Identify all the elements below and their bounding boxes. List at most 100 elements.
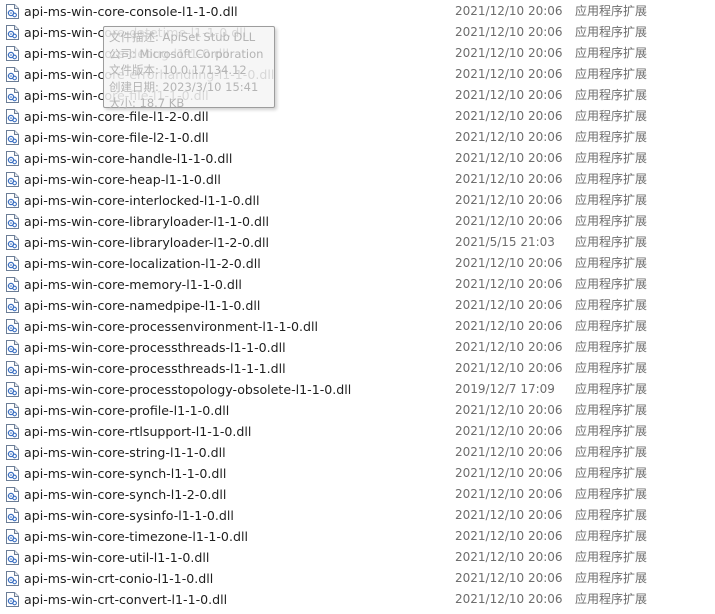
file-row[interactable]: api-ms-win-core-file-l1-2-0.dll 2021/12/1… — [0, 106, 715, 127]
file-row[interactable]: api-ms-win-core-console-l1-1-0.dll 2021/1… — [0, 1, 715, 22]
dll-file-icon — [6, 445, 19, 460]
dll-file-icon — [6, 424, 19, 439]
file-modified-date: 2021/12/10 20:06 — [455, 361, 563, 375]
file-name[interactable]: api-ms-win-core-handle-l1-1-0.dll — [24, 148, 232, 169]
dll-file-icon — [6, 25, 19, 40]
file-name[interactable]: api-ms-win-core-profile-l1-1-0.dll — [24, 400, 229, 421]
file-type: 应用程序扩展 — [575, 319, 648, 333]
file-row[interactable]: api-ms-win-core-heap-l1-1-0.dll 2021/12/1… — [0, 169, 715, 190]
dll-file-icon — [6, 151, 19, 166]
file-type: 应用程序扩展 — [575, 424, 648, 438]
dll-file-icon — [6, 67, 19, 82]
file-row[interactable]: api-ms-win-core-processtopology-obsolete… — [0, 379, 715, 400]
file-row[interactable]: api-ms-win-core-sysinfo-l1-1-0.dll 2021/1… — [0, 505, 715, 526]
dll-file-icon — [6, 298, 19, 313]
file-modified-date: 2021/12/10 20:06 — [455, 193, 563, 207]
file-row[interactable]: api-ms-win-crt-conio-l1-1-0.dll 2021/12/1… — [0, 568, 715, 589]
file-row[interactable]: api-ms-win-core-processthreads-l1-1-1.dl… — [0, 358, 715, 379]
dll-file-icon — [6, 172, 19, 187]
file-modified-date: 2019/12/7 17:09 — [455, 382, 555, 396]
file-modified-date: 2021/12/10 20:06 — [455, 571, 563, 585]
dll-file-icon — [6, 550, 19, 565]
file-name[interactable]: api-ms-win-core-processenvironment-l1-1-… — [24, 316, 318, 337]
dll-file-icon — [6, 571, 19, 586]
file-type: 应用程序扩展 — [575, 382, 648, 396]
dll-file-icon — [6, 256, 19, 271]
file-modified-date: 2021/12/10 20:06 — [455, 508, 563, 522]
dll-file-icon — [6, 235, 19, 250]
file-row[interactable]: api-ms-win-core-processenvironment-l1-1-… — [0, 316, 715, 337]
file-name[interactable]: api-ms-win-core-sysinfo-l1-1-0.dll — [24, 505, 234, 526]
file-name[interactable]: api-ms-win-core-synch-l1-2-0.dll — [24, 484, 226, 505]
file-row[interactable]: api-ms-win-core-string-l1-1-0.dll 2021/12… — [0, 442, 715, 463]
file-name[interactable]: api-ms-win-core-libraryloader-l1-2-0.dll — [24, 232, 269, 253]
file-modified-date: 2021/12/10 20:06 — [455, 340, 563, 354]
file-row[interactable]: api-ms-win-core-timezone-l1-1-0.dll 2021/… — [0, 526, 715, 547]
file-type: 应用程序扩展 — [575, 445, 648, 459]
file-name[interactable]: api-ms-win-core-processthreads-l1-1-0.dl… — [24, 337, 286, 358]
file-name[interactable]: api-ms-win-core-rtlsupport-l1-1-0.dll — [24, 421, 251, 442]
dll-file-icon — [6, 592, 19, 607]
dll-file-icon — [6, 529, 19, 544]
file-name[interactable]: api-ms-win-core-util-l1-1-0.dll — [24, 547, 209, 568]
file-name[interactable]: api-ms-win-core-processtopology-obsolete… — [24, 379, 351, 400]
file-row[interactable]: api-ms-win-core-namedpipe-l1-1-0.dll 2021… — [0, 295, 715, 316]
file-modified-date: 2021/5/15 21:03 — [455, 235, 555, 249]
dll-file-icon — [6, 46, 19, 61]
file-type: 应用程序扩展 — [575, 214, 648, 228]
file-name[interactable]: api-ms-win-crt-conio-l1-1-0.dll — [24, 568, 213, 589]
file-modified-date: 2021/12/10 20:06 — [455, 424, 563, 438]
dll-file-icon — [6, 214, 19, 229]
file-name[interactable]: api-ms-win-core-string-l1-1-0.dll — [24, 442, 226, 463]
file-name[interactable]: api-ms-win-core-namedpipe-l1-1-0.dll — [24, 295, 260, 316]
file-row[interactable]: api-ms-win-core-synch-l1-2-0.dll 2021/12/… — [0, 484, 715, 505]
file-name[interactable]: api-ms-win-core-interlocked-l1-1-0.dll — [24, 190, 260, 211]
file-type: 应用程序扩展 — [575, 466, 648, 480]
file-row[interactable]: api-ms-win-core-util-l1-1-0.dll 2021/12/1… — [0, 547, 715, 568]
tooltip-company: 公司: Microsoft Corporation — [109, 46, 264, 61]
dll-file-icon — [6, 340, 19, 355]
file-row[interactable]: api-ms-win-core-libraryloader-l1-2-0.dll… — [0, 232, 715, 253]
file-modified-date: 2021/12/10 20:06 — [455, 445, 563, 459]
file-type: 应用程序扩展 — [575, 46, 648, 60]
file-name[interactable]: api-ms-win-core-heap-l1-1-0.dll — [24, 169, 221, 190]
file-type: 应用程序扩展 — [575, 361, 648, 375]
file-name[interactable]: api-ms-win-core-memory-l1-1-0.dll — [24, 274, 242, 295]
file-modified-date: 2021/12/10 20:06 — [455, 550, 563, 564]
dll-file-icon — [6, 130, 19, 145]
file-type: 应用程序扩展 — [575, 487, 648, 501]
file-modified-date: 2021/12/10 20:06 — [455, 277, 563, 291]
file-row[interactable]: api-ms-win-core-libraryloader-l1-1-0.dll… — [0, 211, 715, 232]
file-row[interactable]: api-ms-win-core-processthreads-l1-1-0.dl… — [0, 337, 715, 358]
tooltip-created-date: 创建日期: 2023/3/10 15:41 — [109, 79, 259, 94]
file-type: 应用程序扩展 — [575, 235, 648, 249]
dll-file-icon — [6, 88, 19, 103]
file-modified-date: 2021/12/10 20:06 — [455, 25, 563, 39]
file-row[interactable]: api-ms-win-core-handle-l1-1-0.dll 2021/12… — [0, 148, 715, 169]
file-modified-date: 2021/12/10 20:06 — [455, 319, 563, 333]
file-row[interactable]: api-ms-win-core-file-l2-1-0.dll 2021/12/1… — [0, 127, 715, 148]
file-name[interactable]: api-ms-win-core-synch-l1-1-0.dll — [24, 463, 226, 484]
file-modified-date: 2021/12/10 20:06 — [455, 487, 563, 501]
file-name[interactable]: api-ms-win-core-console-l1-1-0.dll — [24, 1, 238, 22]
dll-file-icon — [6, 466, 19, 481]
file-row[interactable]: api-ms-win-core-memory-l1-1-0.dll 2021/12… — [0, 274, 715, 295]
file-modified-date: 2021/12/10 20:06 — [455, 214, 563, 228]
file-row[interactable]: api-ms-win-core-synch-l1-1-0.dll 2021/12/… — [0, 463, 715, 484]
file-modified-date: 2021/12/10 20:06 — [455, 403, 563, 417]
file-name[interactable]: api-ms-win-core-file-l2-1-0.dll — [24, 127, 209, 148]
file-modified-date: 2021/12/10 20:06 — [455, 130, 563, 144]
file-name[interactable]: api-ms-win-core-localization-l1-2-0.dll — [24, 253, 261, 274]
file-row[interactable]: api-ms-win-core-interlocked-l1-1-0.dll 20… — [0, 190, 715, 211]
file-type: 应用程序扩展 — [575, 550, 648, 564]
file-name[interactable]: api-ms-win-core-timezone-l1-1-0.dll — [24, 526, 248, 547]
file-name[interactable]: api-ms-win-core-libraryloader-l1-1-0.dll — [24, 211, 269, 232]
file-row[interactable]: api-ms-win-core-rtlsupport-l1-1-0.dll 202… — [0, 421, 715, 442]
file-name[interactable]: api-ms-win-core-processthreads-l1-1-1.dl… — [24, 358, 286, 379]
file-row[interactable]: api-ms-win-core-profile-l1-1-0.dll 2021/1… — [0, 400, 715, 421]
file-row[interactable]: api-ms-win-core-localization-l1-2-0.dll 2… — [0, 253, 715, 274]
file-modified-date: 2021/12/10 20:06 — [455, 298, 563, 312]
file-type: 应用程序扩展 — [575, 109, 648, 123]
file-type: 应用程序扩展 — [575, 298, 648, 312]
file-modified-date: 2021/12/10 20:06 — [455, 67, 563, 81]
